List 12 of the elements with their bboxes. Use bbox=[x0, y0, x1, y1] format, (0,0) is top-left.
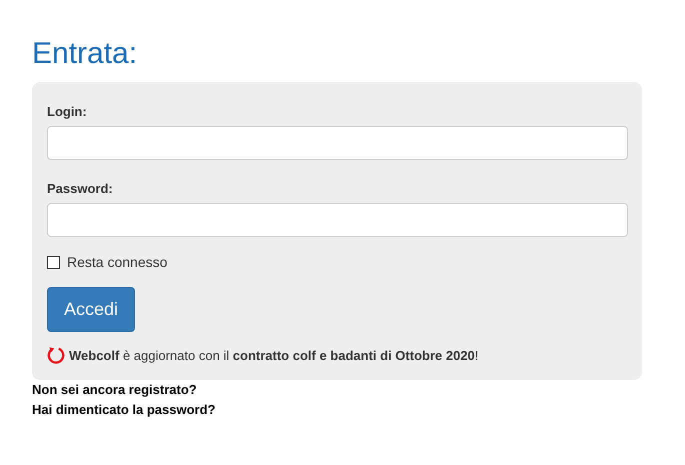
link[interactable]: Hai dimenticato la password? bbox=[32, 402, 216, 417]
link[interactable]: Non sei ancora registrato? bbox=[32, 382, 197, 397]
checkbox-label: Resta connesso bbox=[67, 254, 168, 270]
input-field[interactable] bbox=[47, 203, 628, 237]
field-label: Password: bbox=[47, 181, 114, 196]
update-notice: Webcolf è aggiornato con il contratto colf e badanti di Ottobre 2020! bbox=[69, 348, 478, 362]
checkbox[interactable] bbox=[47, 256, 60, 268]
input-field[interactable] bbox=[47, 126, 628, 160]
field-label: Login: bbox=[47, 104, 88, 119]
page-title: Entrata: bbox=[32, 36, 138, 72]
login-button[interactable]: Accedi bbox=[47, 287, 136, 332]
refresh-icon bbox=[47, 346, 65, 364]
